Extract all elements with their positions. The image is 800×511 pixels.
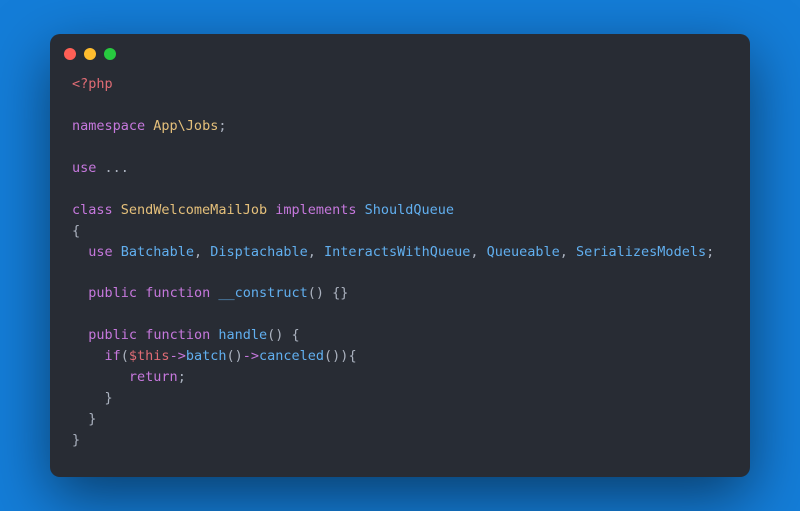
- close-icon[interactable]: [64, 48, 76, 60]
- trait-dispatchable: Disptachable: [210, 244, 308, 260]
- window-titlebar: [50, 34, 750, 66]
- interface-name: ShouldQueue: [365, 202, 454, 218]
- return-keyword: return: [129, 369, 178, 385]
- batch-call: batch: [186, 348, 227, 364]
- function-keyword: function: [145, 285, 210, 301]
- code-window: <?php namespace App\Jobs; use ... class …: [50, 34, 750, 477]
- public-keyword-2: public: [88, 327, 137, 343]
- trait-queueable: Queueable: [487, 244, 560, 260]
- trait-serializesmodels: SerializesModels: [576, 244, 706, 260]
- canceled-call: canceled: [259, 348, 324, 364]
- use-keyword: use: [72, 160, 96, 176]
- trait-batchable: Batchable: [121, 244, 194, 260]
- class-keyword: class: [72, 202, 113, 218]
- use-ellipsis: ...: [105, 160, 129, 176]
- php-open-tag: <?php: [72, 76, 113, 92]
- trait-interactswithqueue: InteractsWithQueue: [324, 244, 470, 260]
- public-keyword: public: [88, 285, 137, 301]
- handle-method: handle: [218, 327, 267, 343]
- implements-keyword: implements: [275, 202, 356, 218]
- trait-use-keyword: use: [88, 244, 112, 260]
- minimize-icon[interactable]: [84, 48, 96, 60]
- function-keyword-2: function: [145, 327, 210, 343]
- constructor-name: __construct: [218, 285, 307, 301]
- namespace-name: App\Jobs: [153, 118, 218, 134]
- maximize-icon[interactable]: [104, 48, 116, 60]
- if-keyword: if: [105, 348, 121, 364]
- class-name: SendWelcomeMailJob: [121, 202, 267, 218]
- namespace-keyword: namespace: [72, 118, 145, 134]
- code-block: <?php namespace App\Jobs; use ... class …: [50, 66, 750, 477]
- this-variable: $this: [129, 348, 170, 364]
